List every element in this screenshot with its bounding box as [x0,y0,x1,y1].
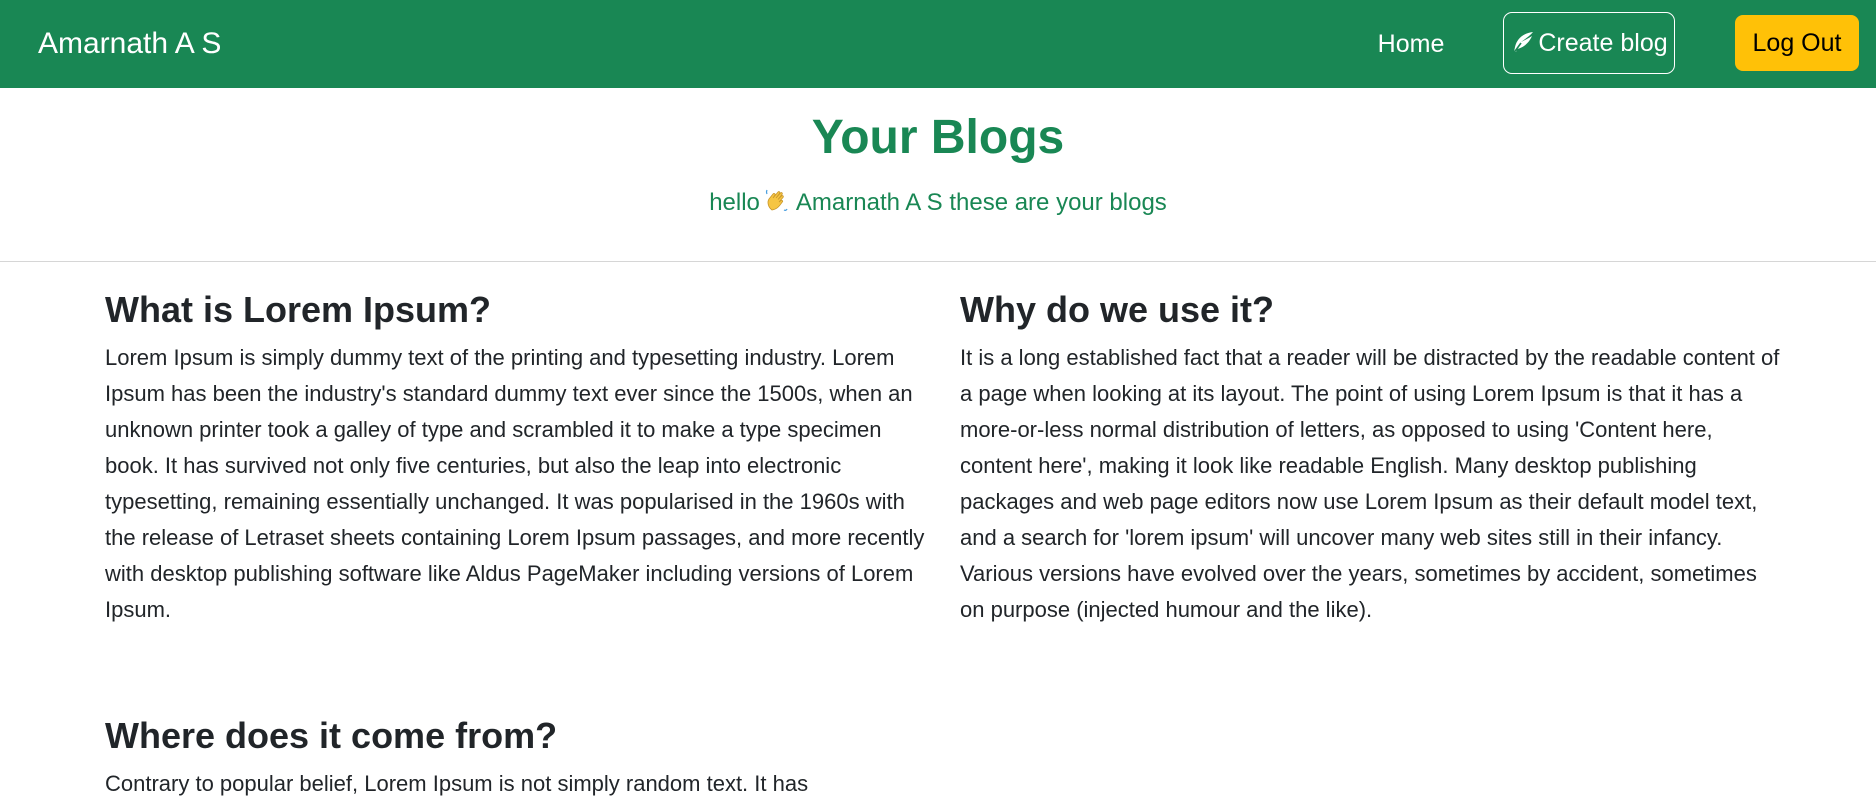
greeting-text: hello Amarnath A S these are your blogs [0,188,1876,221]
greeting-prefix: hello [709,189,760,216]
blog-body: Lorem Ipsum is simply dummy text of the … [105,345,925,622]
blog-card: Why do we use it? It is a long establish… [960,284,1780,628]
feather-icon [1510,30,1536,56]
blog-title[interactable]: Where does it come from? [105,710,925,762]
blog-body: Contrary to popular belief, Lorem Ipsum … [105,771,809,796]
waving-hand-icon [764,188,790,221]
home-link[interactable]: Home [1366,0,1456,88]
blog-body: It is a long established fact that a rea… [960,345,1780,622]
blog-card: What is Lorem Ipsum? Lorem Ipsum is simp… [105,284,925,628]
greeting-suffix: Amarnath A S these are your blogs [795,189,1167,216]
logout-button[interactable]: Log Out [1735,15,1859,71]
blog-title[interactable]: Why do we use it? [960,284,1780,336]
navbar: Amarnath A S Home Create blog Log Out [0,0,1876,88]
blog-card: Where does it come from? Contrary to pop… [105,710,925,802]
page-title: Your Blogs [811,111,1065,164]
create-blog-button[interactable]: Create blog [1503,12,1675,74]
blog-title[interactable]: What is Lorem Ipsum? [105,284,925,336]
brand-name[interactable]: Amarnath A S [38,0,221,88]
create-blog-label: Create blog [1538,28,1668,57]
page-header: Your Blogs hello Amarnath A S these are … [0,88,1876,262]
